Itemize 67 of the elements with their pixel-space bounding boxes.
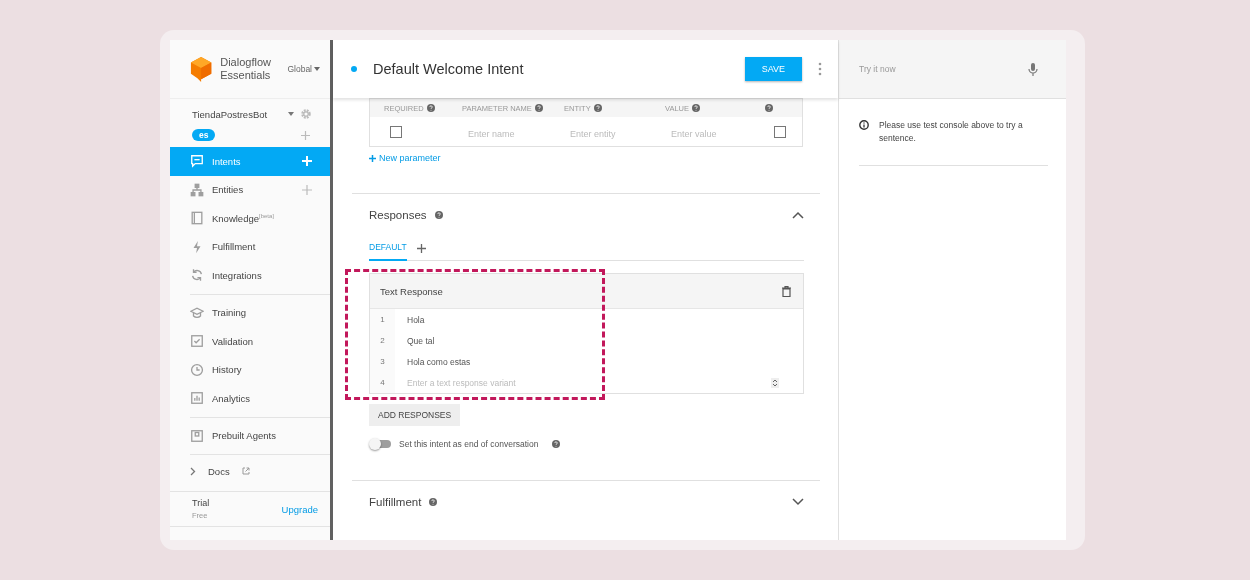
checkbox[interactable]	[390, 125, 402, 138]
toggle-label: Set this intent as end of conversation	[399, 439, 539, 449]
sync-icon	[190, 268, 204, 283]
checkbox-icon	[190, 334, 204, 349]
graduation-cap-icon	[190, 305, 204, 320]
toggle-switch[interactable]	[369, 438, 391, 450]
help-icon[interactable]	[426, 104, 435, 112]
section-title: Fulfillment	[369, 496, 422, 508]
response-text[interactable]: Hola	[395, 314, 803, 325]
plan-name: Trial	[192, 498, 210, 508]
parameter-input[interactable]: Enter entity	[570, 128, 660, 139]
agent-name[interactable]: TiendaPostresBot	[192, 108, 282, 120]
chevron-up-icon[interactable]	[792, 211, 804, 219]
caret-icon[interactable]	[288, 112, 294, 116]
test-input[interactable]: Try it now	[859, 64, 1028, 74]
resize-icon[interactable]	[771, 377, 779, 388]
response-text[interactable]: Que tal	[395, 335, 803, 346]
caret-icon[interactable]	[314, 67, 320, 71]
nav-item[interactable]: Knowledge$^{[beta]}$	[170, 204, 330, 233]
help-icon[interactable]	[593, 104, 602, 112]
intent-title[interactable]: Default Welcome Intent	[373, 61, 729, 77]
product-name: Dialogflow Essentials	[220, 56, 272, 82]
nav-item[interactable]: Training	[190, 298, 330, 327]
nav-item[interactable]: Analytics	[190, 384, 330, 413]
help-icon[interactable]	[534, 104, 543, 112]
line-number: 1	[370, 309, 395, 330]
clock-icon	[190, 362, 204, 377]
trash-icon[interactable]	[782, 285, 791, 297]
add-icon	[369, 154, 376, 162]
line-number: 3	[370, 351, 395, 372]
chevron-down-icon[interactable]	[792, 498, 804, 506]
checkbox[interactable]	[774, 125, 786, 138]
book-icon	[190, 211, 204, 226]
nav-item[interactable]: Validation	[190, 327, 330, 356]
help-icon[interactable]	[552, 440, 561, 448]
chevron-right-icon	[190, 466, 196, 476]
info-message: Please use test console above to try a sentence.	[879, 119, 1024, 145]
bar-chart-icon	[190, 391, 204, 406]
info-icon	[859, 120, 869, 130]
status-dot	[351, 66, 357, 72]
microphone-icon[interactable]	[1028, 62, 1038, 76]
nav-item[interactable]: Integrations	[170, 261, 330, 290]
nav-item[interactable]: Prebuilt Agents	[190, 421, 330, 450]
add-responses-button[interactable]: ADD RESPONSES	[369, 404, 461, 426]
chat-icon	[190, 154, 204, 169]
region-dropdown[interactable]: Global	[287, 64, 320, 74]
nav-item[interactable]: History	[190, 355, 330, 384]
help-icon[interactable]	[429, 498, 438, 506]
parameter-input[interactable]: Enter name	[468, 128, 558, 139]
external-link-icon	[241, 467, 250, 475]
response-text[interactable]: Hola como estas	[395, 356, 803, 367]
help-icon[interactable]	[765, 104, 773, 112]
line-number: 2	[370, 330, 395, 351]
nav-item[interactable]: Entities	[170, 175, 330, 204]
agent-box-icon	[190, 428, 204, 443]
parameter-input[interactable]: Enter value	[671, 128, 761, 139]
add-icon[interactable]	[416, 243, 426, 253]
line-number: 4	[370, 372, 395, 393]
hierarchy-icon	[190, 182, 204, 197]
nav-item[interactable]: Fulfillment	[170, 232, 330, 261]
card-title: Text Response	[380, 285, 443, 297]
cube-logo-icon	[190, 55, 213, 83]
help-icon[interactable]	[692, 104, 701, 112]
help-icon[interactable]	[434, 211, 443, 219]
section-title: Responses	[369, 209, 427, 221]
docs-link[interactable]: Docs	[190, 457, 250, 485]
more-icon[interactable]	[818, 62, 822, 76]
